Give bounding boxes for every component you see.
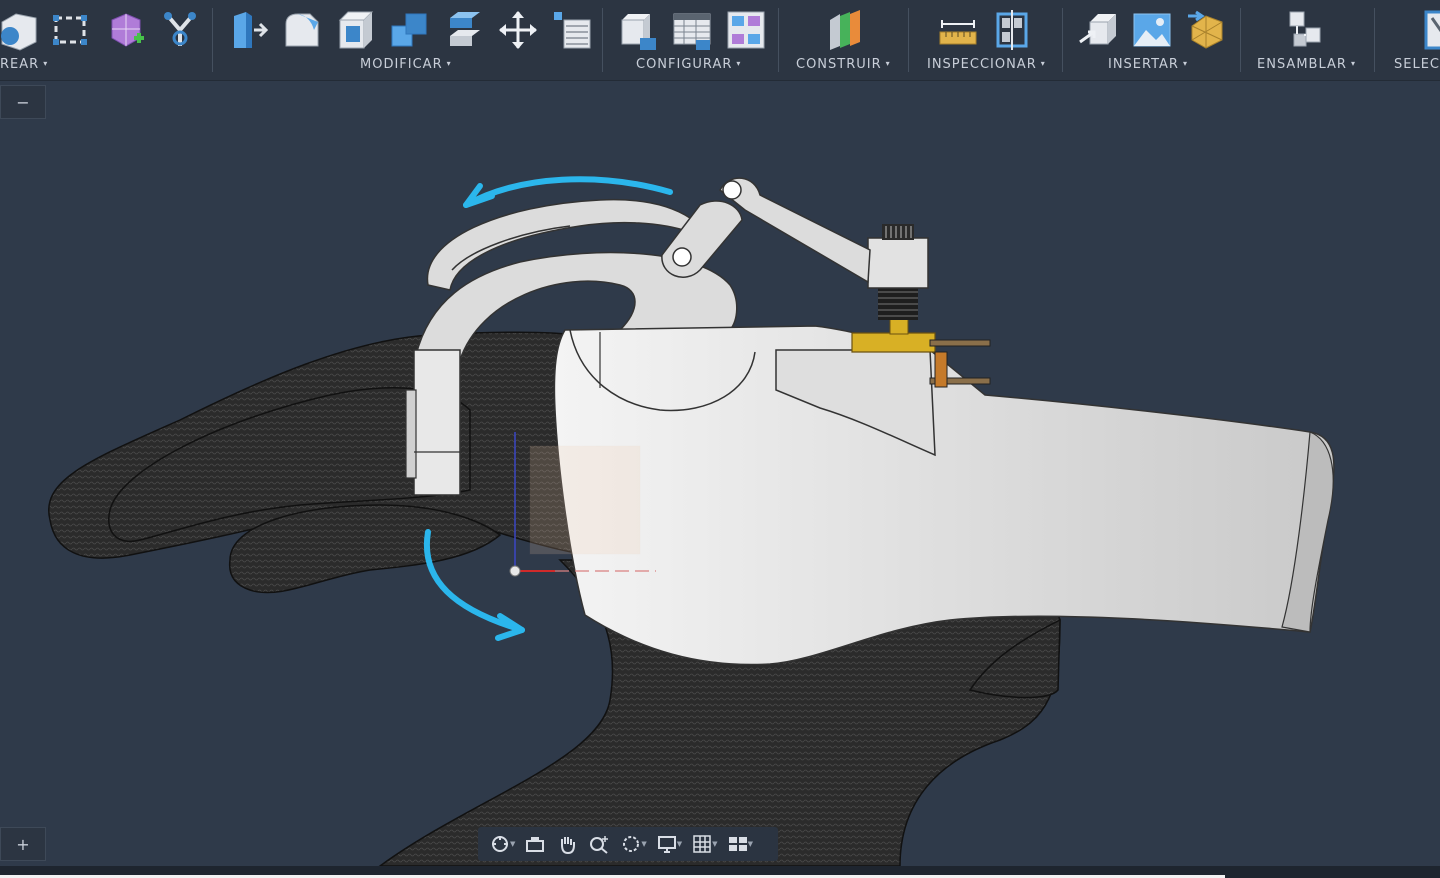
separator <box>1374 8 1375 72</box>
chevron-down-icon[interactable]: ▼ <box>510 840 515 848</box>
move-icon[interactable] <box>494 6 542 54</box>
construct-plane-icon[interactable] <box>820 6 868 54</box>
tab-crear[interactable]: REAR ▾ <box>0 57 48 72</box>
navigation-bar: ▼ ▼ ▼ ▼ ▼ <box>478 827 778 861</box>
separator <box>1062 8 1063 72</box>
chevron-down-icon[interactable]: ▼ <box>677 840 682 848</box>
tab-insertar[interactable]: INSERTAR ▾ <box>1108 57 1188 72</box>
separator <box>778 8 779 72</box>
pan-icon[interactable] <box>551 829 583 859</box>
derive-icon[interactable] <box>156 6 204 54</box>
fillet-icon[interactable] <box>278 6 326 54</box>
collapse-browser-button[interactable]: − <box>0 85 46 119</box>
separator <box>908 8 909 72</box>
origin-axes <box>509 432 656 577</box>
measure-icon[interactable] <box>934 6 982 54</box>
toolbar: REAR ▾ MODIFICAR ▾ CONFIGURAR ▾ CONSTRUIR ▾ <box>0 0 1440 81</box>
press-pull-icon[interactable] <box>224 6 272 54</box>
create-sketch-icon[interactable] <box>0 6 42 54</box>
look-at-icon[interactable] <box>519 829 551 859</box>
offset-face-icon[interactable] <box>440 6 488 54</box>
chevron-down-icon[interactable]: ▼ <box>641 840 646 848</box>
insert-derive-icon[interactable] <box>1074 6 1122 54</box>
tab-seleccionar[interactable]: SELECC <box>1394 57 1440 72</box>
configuration-table-icon[interactable] <box>668 6 716 54</box>
tab-construir[interactable]: CONSTRUIR ▾ <box>796 57 891 72</box>
tab-modificar[interactable]: MODIFICAR ▾ <box>360 57 452 72</box>
form-create-icon[interactable] <box>102 6 150 54</box>
change-parameters-icon[interactable] <box>548 6 596 54</box>
tab-inspeccionar[interactable]: INSPECCIONAR ▾ <box>927 57 1046 72</box>
insert-canvas-icon[interactable] <box>1128 6 1176 54</box>
separator <box>1240 8 1241 72</box>
shell-icon[interactable] <box>332 6 380 54</box>
status-strip <box>0 866 1440 878</box>
rectangle-sketch-icon[interactable] <box>46 6 94 54</box>
combine-icon[interactable] <box>386 6 434 54</box>
spring <box>878 286 918 320</box>
model-canvas[interactable] <box>0 81 1440 866</box>
configure-rules-icon[interactable] <box>722 6 770 54</box>
section-analysis-icon[interactable] <box>988 6 1036 54</box>
canvas-viewport[interactable]: − + <box>0 81 1440 866</box>
select-icon[interactable] <box>1414 6 1440 54</box>
zoom-icon[interactable] <box>583 829 615 859</box>
chevron-down-icon[interactable]: ▼ <box>712 840 717 848</box>
separator <box>212 8 213 72</box>
tab-ensamblar[interactable]: ENSAMBLAR ▾ <box>1257 57 1356 72</box>
insert-mesh-icon[interactable] <box>1182 6 1230 54</box>
expand-comments-button[interactable]: + <box>0 827 46 861</box>
configure-model-icon[interactable] <box>614 6 662 54</box>
separator <box>602 8 603 72</box>
chevron-down-icon[interactable]: ▼ <box>748 840 753 848</box>
new-component-icon[interactable] <box>1282 6 1330 54</box>
tab-configurar[interactable]: CONFIGURAR ▾ <box>636 57 741 72</box>
